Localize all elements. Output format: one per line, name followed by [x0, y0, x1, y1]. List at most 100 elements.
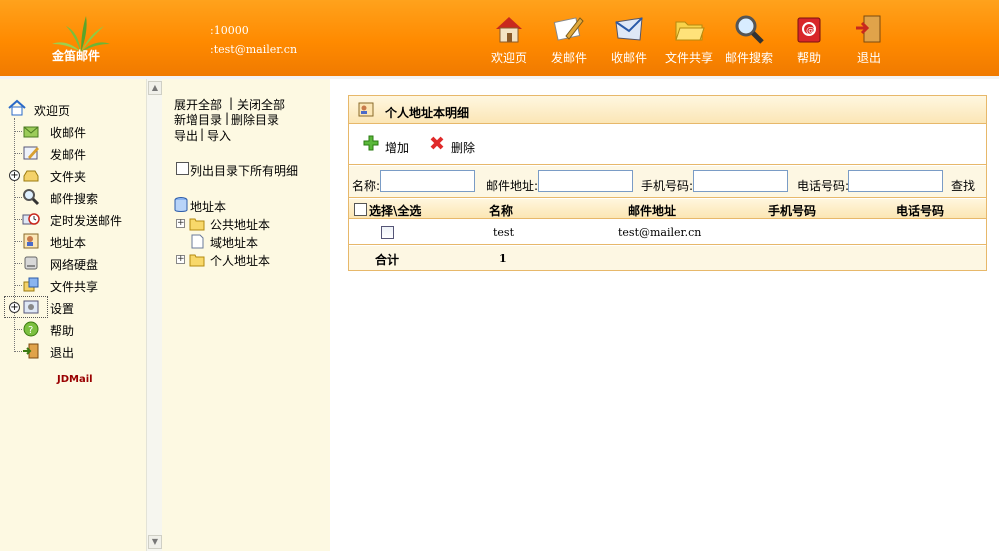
- expand-icon[interactable]: +: [9, 170, 20, 181]
- nav-mail-search-label: 邮件搜索: [724, 51, 773, 65]
- folder-share-icon: [675, 21, 705, 41]
- scroll-down-button[interactable]: ▼: [148, 535, 162, 549]
- mobile-label: 手机号码:: [641, 179, 694, 193]
- mobile-input[interactable]: [693, 170, 788, 192]
- row-checkbox[interactable]: [381, 226, 394, 239]
- sidebar-item-label: 设置: [50, 302, 75, 316]
- nav-help-label: 帮助: [796, 51, 821, 65]
- separator: |: [200, 127, 205, 141]
- nav-help[interactable]: @ 帮助: [779, 10, 839, 68]
- name-input[interactable]: [380, 170, 475, 192]
- nav-file-share-label: 文件共享: [664, 51, 713, 65]
- nav-mail-search[interactable]: 邮件搜索: [719, 10, 779, 68]
- sidebar-item-label: 文件夹: [50, 170, 87, 184]
- nav-compose-label: 发邮件: [550, 51, 587, 65]
- tree-root-label[interactable]: 地址本: [190, 198, 226, 215]
- separator: |: [225, 111, 230, 125]
- col-mobile: 手机号码: [768, 204, 817, 218]
- send-mail-icon: [23, 146, 39, 160]
- panel-title: 个人地址本明细: [385, 106, 470, 120]
- sidebar-item-folders[interactable]: + 文件夹: [0, 164, 146, 186]
- sidebar-item-label: 地址本: [50, 236, 87, 250]
- document-icon: [191, 234, 204, 249]
- share-icon: [23, 277, 39, 292]
- add-label: 增加: [385, 141, 410, 155]
- sidebar-item-disk[interactable]: 网络硬盘: [0, 252, 146, 274]
- home-icon[interactable]: [8, 99, 26, 117]
- nav-compose[interactable]: 发邮件: [539, 10, 599, 68]
- top-header: 金笛邮件 :10000 :test@mailer.cn 欢迎页 发邮件 收邮件 …: [0, 0, 999, 76]
- phone-input[interactable]: [848, 170, 943, 192]
- col-name: 名称: [489, 204, 514, 218]
- export-link[interactable]: 导出: [174, 127, 198, 144]
- sidebar-item-settings[interactable]: + 设置: [0, 296, 146, 318]
- total-count: 1: [499, 252, 507, 265]
- expand-icon[interactable]: +: [176, 255, 185, 264]
- brand-label: JDMail: [57, 374, 93, 385]
- expand-icon[interactable]: +: [176, 219, 185, 228]
- panel-header: 个人地址本明细: [349, 96, 986, 124]
- search-button[interactable]: 查找: [951, 177, 975, 194]
- help-icon: ?: [23, 321, 39, 337]
- exit-door-icon: [856, 15, 881, 43]
- expand-icon[interactable]: +: [9, 302, 20, 313]
- sidebar-item-address-book[interactable]: 地址本: [0, 230, 146, 252]
- select-all-checkbox[interactable]: [354, 203, 367, 216]
- email-input[interactable]: [538, 170, 633, 192]
- folder-icon: [189, 218, 205, 231]
- table-header: 选择\全选 名称 邮件地址 手机号码 电话号码: [349, 199, 986, 219]
- tree-node-domain[interactable]: 域地址本: [210, 234, 258, 251]
- inbox-envelope-icon: [615, 17, 643, 41]
- list-all-label: 列出目录下所有明细: [190, 164, 299, 178]
- nav-welcome[interactable]: 欢迎页: [479, 10, 539, 68]
- scroll-up-button[interactable]: ▲: [148, 81, 162, 95]
- settings-icon: [23, 300, 39, 314]
- user-email: :test@mailer.cn: [210, 43, 298, 56]
- house-icon: [496, 17, 522, 43]
- new-dir-link[interactable]: 新增目录: [174, 111, 222, 128]
- address-book-icon: [23, 233, 39, 249]
- sidebar-item-label: 发邮件: [50, 148, 87, 162]
- cell-email: test@mailer.cn: [618, 226, 702, 239]
- help-book-icon: @: [797, 17, 821, 43]
- compose-icon: [553, 17, 584, 41]
- address-detail-panel: 个人地址本明细 增加 删除 名称: 邮件地址: 手机号码: 电话号码: 查找 选…: [348, 95, 987, 271]
- sidebar-item-share[interactable]: 文件共享: [0, 274, 146, 296]
- sidebar-item-exit[interactable]: 退出: [0, 340, 146, 362]
- delete-label: 删除: [451, 141, 476, 155]
- sidebar-scrollbar[interactable]: ▲ ▼: [146, 79, 162, 551]
- phone-label: 电话号码:: [797, 179, 850, 193]
- sidebar-item-scheduled[interactable]: 定时发送邮件: [0, 208, 146, 230]
- sidebar-item-send[interactable]: 发邮件: [0, 142, 146, 164]
- col-select: 选择\全选: [369, 204, 422, 218]
- col-email: 邮件地址: [628, 204, 677, 218]
- sidebar-item-help[interactable]: ? 帮助: [0, 318, 146, 340]
- toolbar: 增加 删除: [349, 125, 986, 165]
- receive-mail-icon: [23, 126, 39, 138]
- tree-node-personal[interactable]: 个人地址本: [210, 252, 270, 269]
- nav-inbox-label: 收邮件: [610, 51, 647, 65]
- address-book-db-icon: [174, 197, 188, 212]
- nav-file-share[interactable]: 文件共享: [659, 10, 719, 68]
- disk-icon: [24, 256, 38, 270]
- svg-text:@: @: [806, 26, 815, 36]
- col-phone: 电话号码: [896, 204, 945, 218]
- sidebar-item-label: 定时发送邮件: [50, 214, 123, 228]
- import-link[interactable]: 导入: [207, 127, 231, 144]
- sidebar-item-receive[interactable]: 收邮件: [0, 120, 146, 142]
- delete-button[interactable]: 删除: [429, 135, 489, 155]
- sidebar-item-search[interactable]: 邮件搜索: [0, 186, 146, 208]
- sidebar-home-label[interactable]: 欢迎页: [34, 102, 70, 119]
- nav-inbox[interactable]: 收邮件: [599, 10, 659, 68]
- delete-dir-link[interactable]: 删除目录: [231, 111, 279, 128]
- nav-exit[interactable]: 退出: [839, 10, 899, 68]
- nav-exit-label: 退出: [856, 51, 881, 65]
- nav-welcome-label: 欢迎页: [490, 51, 527, 65]
- table-footer: 合计 1: [349, 246, 986, 270]
- table-row[interactable]: test test@mailer.cn: [349, 220, 986, 245]
- folder-icon: [189, 254, 205, 267]
- name-label: 名称:: [352, 179, 381, 193]
- list-all-checkbox[interactable]: [176, 162, 189, 175]
- tree-node-public[interactable]: 公共地址本: [210, 216, 270, 233]
- add-button[interactable]: 增加: [363, 135, 423, 155]
